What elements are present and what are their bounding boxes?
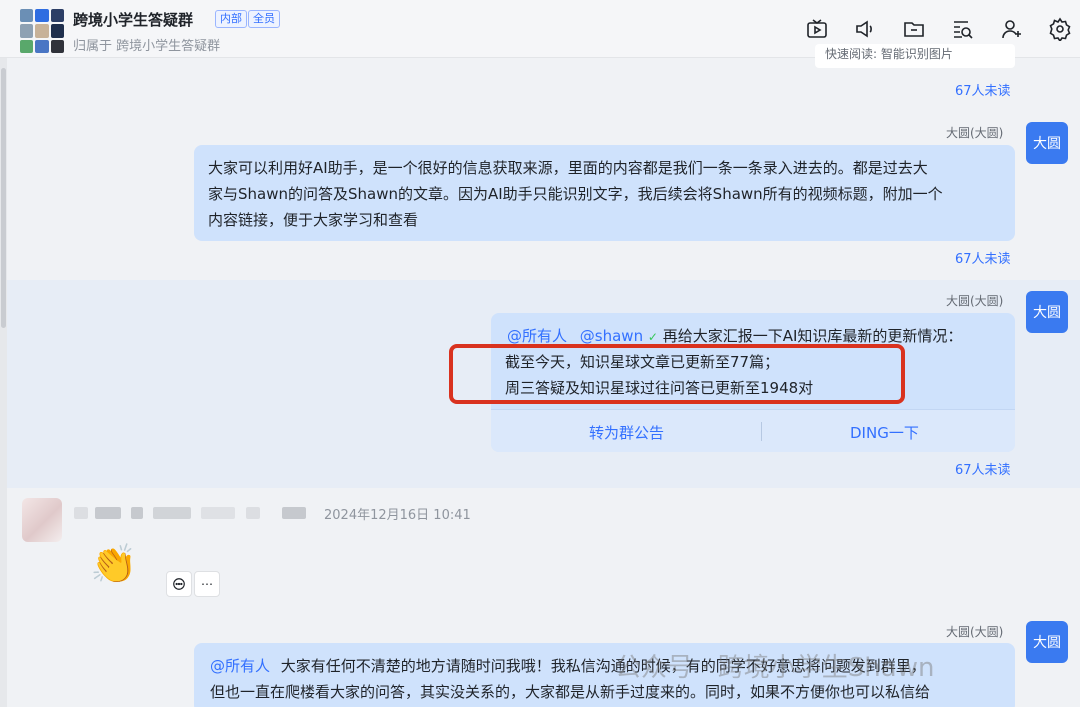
tag-all-members: 全员 [248,10,280,28]
blurred-name [246,507,260,519]
tag-internal: 内部 [215,10,247,28]
scrollbar[interactable] [0,58,7,707]
folder-icon[interactable] [902,17,928,43]
unread-count[interactable]: 67人未读 [955,80,1011,99]
clapping-emoji[interactable]: 👏 [90,540,137,588]
pin-announcement-button[interactable]: 转为群公告 [589,420,664,446]
message-timestamp: 2024年12月16日 10:41 [324,504,471,523]
search-icon[interactable] [951,17,977,43]
sender-name: 大圆(大圆) [946,124,1003,141]
ding-button[interactable]: DING一下 [850,420,919,446]
blurred-name [95,507,121,519]
avatar[interactable]: 大圆 [1026,122,1068,164]
group-title[interactable]: 跨境小学生答疑群 [73,9,193,30]
mention-shawn[interactable]: @shawn [580,327,643,345]
sender-name: 大圆(大圆) [946,623,1003,640]
scrollbar-thumb[interactable] [1,68,6,328]
watermark: 公众号 · 跨境小学生Shawn [615,647,934,684]
message-text-line: 内容链接，便于大家学习和查看 [208,207,1001,233]
highlight-annotation-box [449,344,905,404]
group-subtitle: 归属于 跨境小学生答疑群 [73,35,220,54]
blurred-name [153,507,191,519]
more-icon[interactable]: ⋯ [194,571,220,597]
read-check-icon: ✓ [648,330,658,344]
settings-icon[interactable] [1048,17,1074,43]
unread-count[interactable]: 67人未读 [955,459,1011,478]
partial-message-card[interactable]: 快速阅读: 智能识别图片 [815,44,1015,68]
blurred-name [282,507,306,519]
mention-all[interactable]: @所有人 [507,327,567,345]
blurred-name [201,507,235,519]
video-icon[interactable] [805,17,831,43]
sender-name: 大圆(大圆) [946,292,1003,309]
avatar[interactable]: 大圆 [1026,291,1068,333]
avatar[interactable]: 大圆 [1026,621,1068,663]
unread-count[interactable]: 67人未读 [955,248,1011,267]
divider [761,422,762,441]
blurred-name [74,507,88,519]
card-actions [491,409,1015,452]
group-avatar[interactable] [20,9,64,53]
reply-icon[interactable] [166,571,192,597]
avatar[interactable] [22,498,62,542]
message-text-line: 大家可以利用好AI助手，是一个很好的信息获取来源，里面的内容都是我们一条一条录入… [208,155,1001,181]
announcement-icon[interactable] [853,17,879,43]
add-member-icon[interactable] [1000,17,1026,43]
mention-all[interactable]: @所有人 [210,657,270,675]
message-bubble[interactable]: 大家可以利用好AI助手，是一个很好的信息获取来源，里面的内容都是我们一条一条录入… [194,145,1015,241]
message-text-line: 家与Shawn的问答及Shawn的文章。因为AI助手只能识别文字，我后续会将Sh… [208,181,1001,207]
blurred-name [131,507,143,519]
message-intro-text: 再给大家汇报一下AI知识库最新的更新情况： [663,327,963,345]
